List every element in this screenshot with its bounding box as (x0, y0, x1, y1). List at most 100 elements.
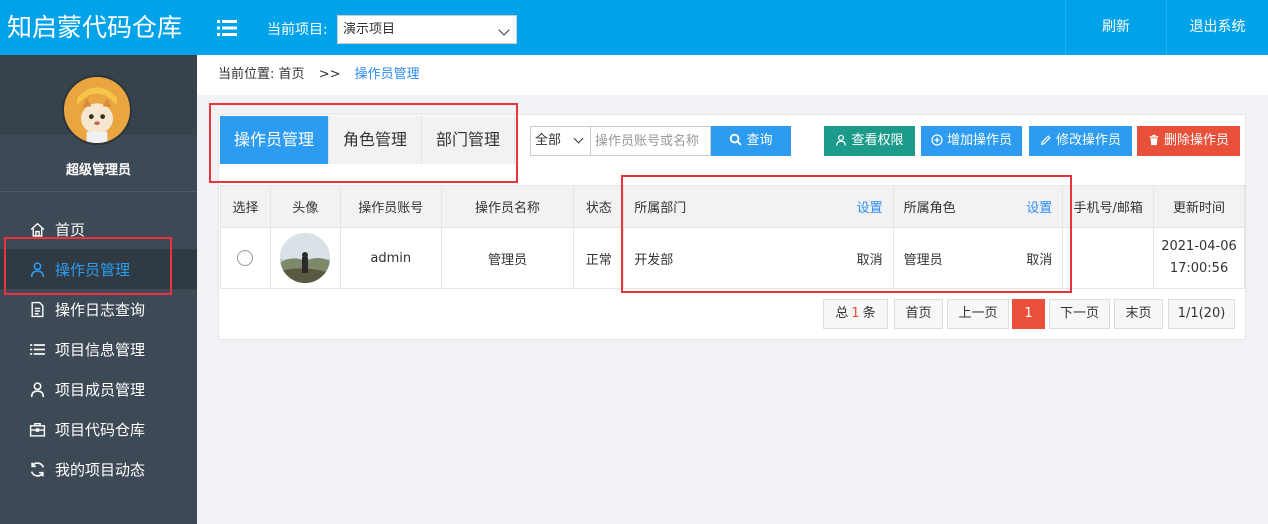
account-cell: admin (339, 227, 442, 289)
col-select: 选择 (220, 185, 271, 228)
col-role: 所属角色 设置 (892, 185, 1064, 228)
updated-date: 2021-04-06 (1161, 239, 1237, 254)
search-input[interactable] (591, 127, 710, 155)
scope-select-value: 全部 (535, 133, 562, 148)
refresh-icon (28, 460, 46, 478)
avatar (280, 233, 331, 283)
breadcrumb-prefix: 当前位置: (218, 67, 275, 82)
app-brand: 知启蒙代码仓库 (0, 0, 197, 55)
sidebar: 知启蒙代码仓库 超级管理员 首页 操作员管理 操作日志查询 项目信息管理 项目成… (0, 0, 197, 524)
name-cell: 管理员 (440, 227, 575, 289)
col-department-label: 所属部门 (634, 201, 687, 216)
query-button-label: 查询 (746, 133, 773, 148)
tab-bar: 操作员管理 角色管理 部门管理 (220, 116, 516, 164)
sidebar-item-my-activity[interactable]: 我的项目动态 (0, 449, 197, 489)
breadcrumb-separator: >> (318, 67, 341, 82)
contact-cell (1062, 227, 1155, 289)
col-status: 状态 (573, 185, 625, 228)
sidebar-item-operators[interactable]: 操作员管理 (0, 249, 197, 289)
updated-cell: 2021-04-06 17:00:56 (1153, 227, 1245, 289)
pager-total: 总1条 (823, 299, 888, 329)
pager-last-button[interactable]: 末页 (1114, 299, 1163, 329)
sidebar-menu: 首页 操作员管理 操作日志查询 项目信息管理 项目成员管理 项目代码仓库 我的项… (0, 192, 197, 489)
table-row[interactable]: admin 管理员 正常 开发部 取消 管理员 取消 2021-04-06 17:0… (220, 227, 1245, 289)
sidebar-item-label: 项目成员管理 (55, 380, 146, 399)
view-permissions-label: 查看权限 (851, 133, 904, 148)
col-role-label: 所属角色 (903, 201, 956, 216)
add-operator-label: 增加操作员 (946, 133, 1012, 148)
user-profile: 超级管理员 (0, 55, 197, 191)
chevron-down-icon (573, 133, 584, 144)
delete-operator-button[interactable]: 删除操作员 (1137, 126, 1240, 156)
department-value: 开发部 (634, 252, 674, 268)
search-filter: 全部 (530, 126, 711, 156)
operator-table: 选择 头像 操作员账号 操作员名称 状态 所属部门 设置 所属角色 设置 手机号/邮… (220, 185, 1245, 289)
avatar-cell (269, 227, 341, 289)
col-account: 操作员账号 (339, 185, 442, 228)
table-header-row: 选择 头像 操作员账号 操作员名称 状态 所属部门 设置 所属角色 设置 手机号/邮… (220, 185, 1245, 228)
pager-total-count: 1 (851, 306, 860, 321)
user-icon (28, 380, 46, 398)
project-select-value: 演示项目 (343, 22, 396, 37)
status-cell: 正常 (573, 227, 625, 289)
list-icon (28, 340, 46, 358)
breadcrumb: 当前位置: 首页 >> 操作员管理 (197, 55, 1268, 95)
avatar (62, 75, 132, 145)
tab-departments[interactable]: 部门管理 (422, 116, 516, 164)
updated-time: 17:00:56 (1169, 261, 1229, 276)
logout-button[interactable]: 退出系统 (1166, 0, 1268, 55)
tab-operators[interactable]: 操作员管理 (220, 116, 330, 164)
project-select[interactable]: 演示项目 (337, 15, 517, 44)
trash-icon (1149, 134, 1159, 146)
user-icon (836, 134, 847, 146)
sidebar-item-project-members[interactable]: 项目成员管理 (0, 369, 197, 409)
user-icon (28, 260, 46, 278)
col-updated: 更新时间 (1153, 185, 1245, 228)
role-settings-link[interactable]: 设置 (1026, 197, 1052, 216)
sidebar-item-code-repo[interactable]: 项目代码仓库 (0, 409, 197, 449)
sidebar-item-label: 项目代码仓库 (55, 420, 146, 439)
department-settings-link[interactable]: 设置 (857, 197, 883, 216)
plus-circle-icon (931, 134, 943, 146)
sidebar-item-home[interactable]: 首页 (0, 209, 197, 249)
tab-roles[interactable]: 角色管理 (329, 116, 423, 164)
row-radio[interactable] (237, 250, 254, 266)
chevron-down-icon (498, 24, 510, 36)
department-cancel-link[interactable]: 取消 (857, 249, 883, 268)
pager-info: 1/1(20) (1168, 299, 1235, 329)
role-cell: 管理员 取消 (892, 227, 1064, 289)
edit-operator-button[interactable]: 修改操作员 (1029, 126, 1132, 156)
col-avatar: 头像 (269, 185, 341, 228)
pager-prev-button[interactable]: 上一页 (947, 299, 1009, 329)
sidebar-item-operation-log[interactable]: 操作日志查询 (0, 289, 197, 329)
home-icon (28, 220, 46, 238)
department-cell: 开发部 取消 (623, 227, 894, 289)
sidebar-item-label: 项目信息管理 (55, 340, 146, 359)
sidebar-item-project-info[interactable]: 项目信息管理 (0, 329, 197, 369)
document-icon (28, 300, 46, 318)
operator-panel: 操作员管理 角色管理 部门管理 全部 查询 查看权限 增加操作员 修改操作员 删… (218, 114, 1246, 340)
refresh-button[interactable]: 刷新 (1065, 0, 1166, 55)
sidebar-item-label: 首页 (55, 220, 86, 239)
pager-next-button[interactable]: 下一页 (1049, 299, 1110, 329)
pencil-icon (1040, 135, 1051, 146)
scope-select[interactable]: 全部 (531, 127, 591, 155)
role-value: 管理员 (903, 252, 943, 268)
briefcase-icon (28, 420, 46, 438)
col-contact: 手机号/邮箱 (1062, 185, 1155, 228)
pager-total-prefix: 总 (835, 306, 849, 321)
delete-operator-label: 删除操作员 (1163, 133, 1229, 148)
view-permissions-button[interactable]: 查看权限 (824, 126, 915, 156)
breadcrumb-home[interactable]: 首页 (279, 67, 305, 82)
query-button[interactable]: 查询 (711, 126, 791, 156)
project-label: 当前项目: (267, 22, 328, 38)
search-icon (730, 133, 743, 146)
add-operator-button[interactable]: 增加操作员 (921, 126, 1022, 156)
user-name: 超级管理员 (65, 163, 131, 178)
menu-toggle-icon[interactable] (217, 19, 237, 37)
sidebar-item-label: 操作日志查询 (55, 300, 146, 319)
pager-total-suffix: 条 (862, 306, 876, 321)
role-cancel-link[interactable]: 取消 (1026, 249, 1052, 268)
pager-page-1[interactable]: 1 (1012, 299, 1045, 329)
pager-first-button[interactable]: 首页 (894, 299, 943, 329)
